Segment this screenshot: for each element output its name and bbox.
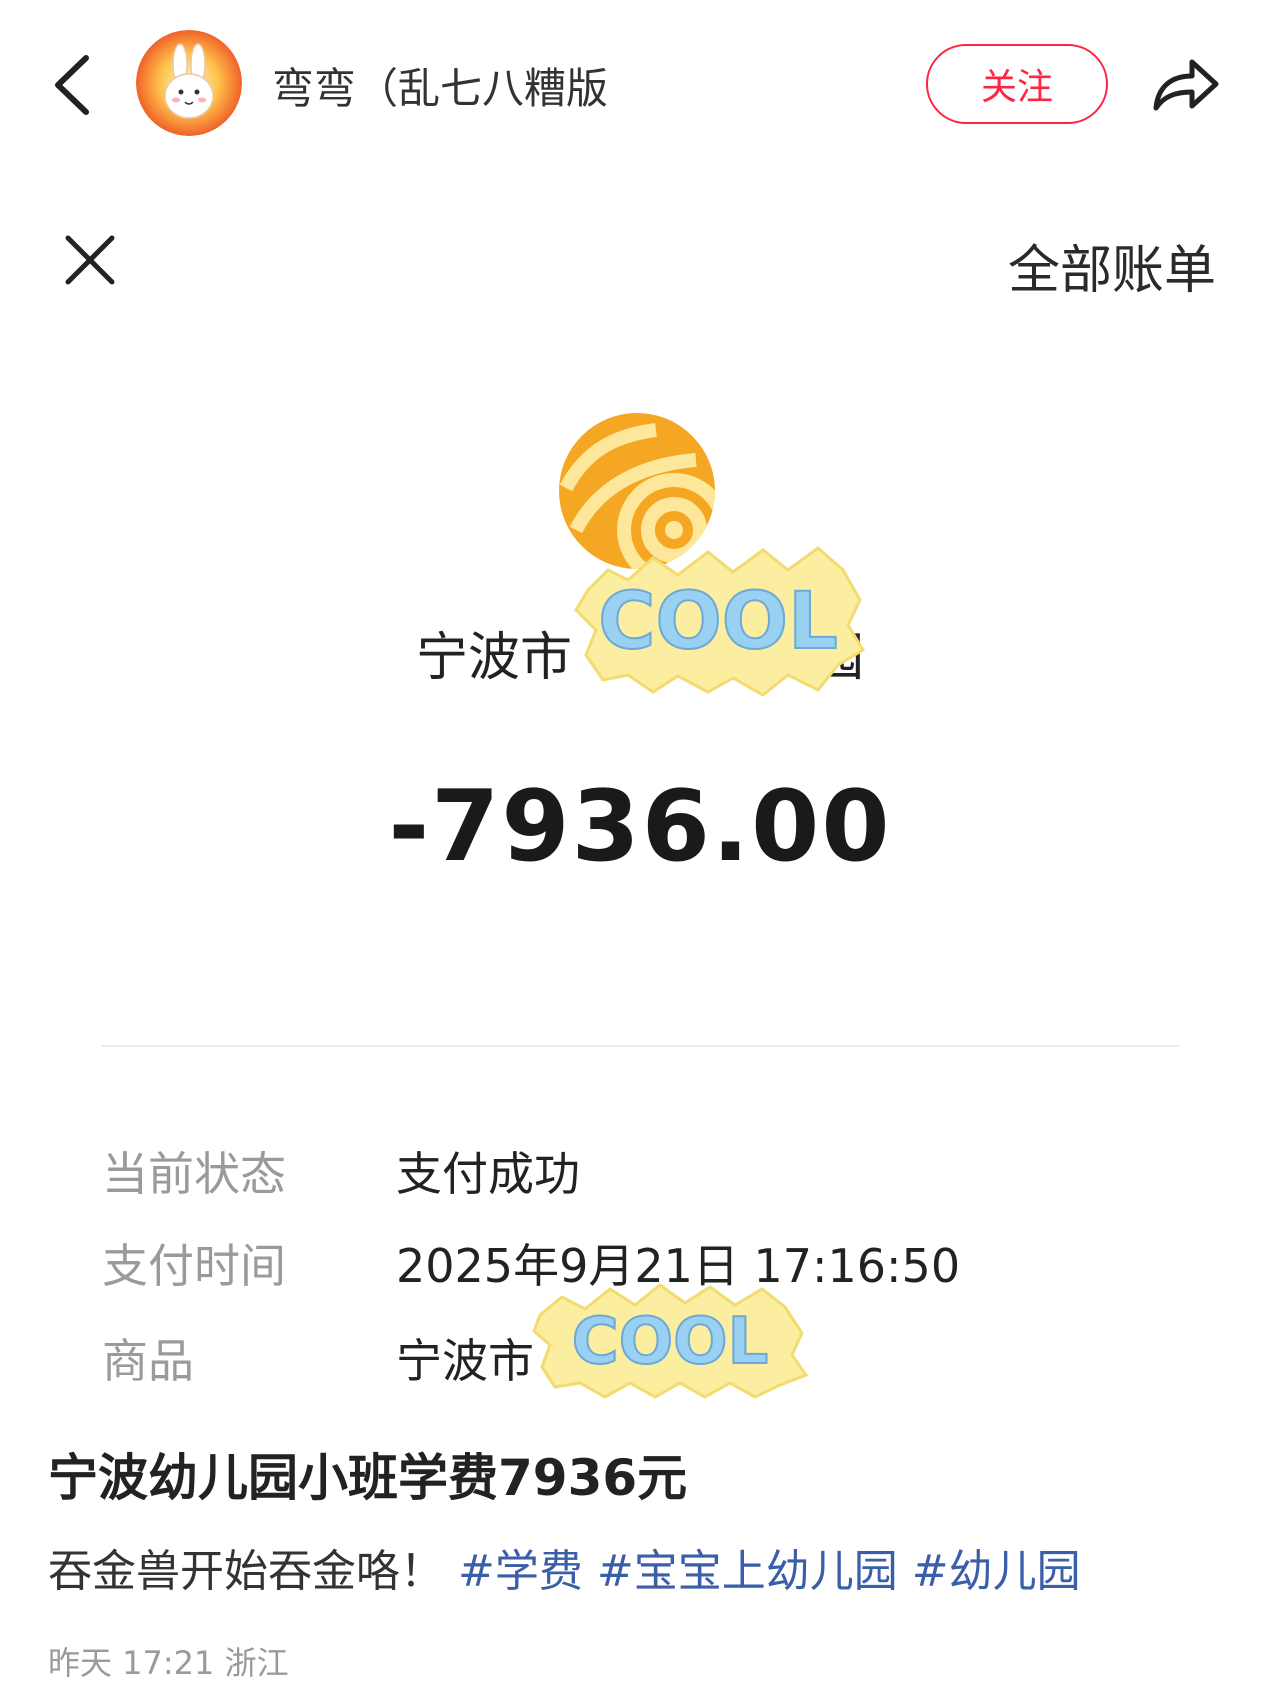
post-title: 宁波幼儿园小班学费7936元	[48, 1449, 688, 1507]
post-meta: 昨天 17:21 浙江	[48, 1644, 289, 1682]
merchant-name: 宁波市 园	[0, 615, 1280, 690]
product-label: 商品	[102, 1334, 194, 1388]
status-value: 支付成功	[396, 1147, 580, 1201]
hashtag-kindergarten[interactable]: #幼儿园	[912, 1546, 1081, 1597]
hashtag-baby-kindergarten[interactable]: #宝宝上幼儿园	[597, 1546, 898, 1597]
avatar[interactable]	[136, 30, 242, 136]
close-icon[interactable]	[60, 230, 120, 290]
top-bar: 弯弯（乱七八糟版 关注	[0, 0, 1280, 175]
product-value: 宁波市	[396, 1334, 534, 1388]
merchant-logo-icon	[559, 413, 715, 569]
back-icon[interactable]	[48, 50, 98, 120]
cool-sticker-2-text: COOL	[572, 1305, 769, 1379]
pay-time-label: 支付时间	[102, 1239, 286, 1293]
all-bills-link[interactable]: 全部账单	[1008, 228, 1216, 303]
follow-button[interactable]: 关注	[926, 44, 1108, 124]
share-icon[interactable]	[1150, 52, 1222, 116]
author-name[interactable]: 弯弯（乱七八糟版	[272, 55, 608, 116]
rabbit-avatar-icon	[136, 30, 242, 136]
payment-amount: -7936.00	[388, 770, 892, 884]
hashtag-tuition[interactable]: #学费	[458, 1546, 583, 1597]
post-text: 吞金兽开始吞金咯！	[48, 1546, 444, 1597]
status-label: 当前状态	[102, 1147, 286, 1201]
merchant-name-suffix: 园	[812, 628, 865, 688]
divider	[102, 1045, 1180, 1047]
pay-time-value: 2025年9月21日 17:16:50	[396, 1239, 961, 1293]
post-body: 吞金兽开始吞金咯！ #学费 #宝宝上幼儿园 #幼儿园	[48, 1535, 1081, 1599]
merchant-name-text: 宁波市	[415, 628, 572, 688]
